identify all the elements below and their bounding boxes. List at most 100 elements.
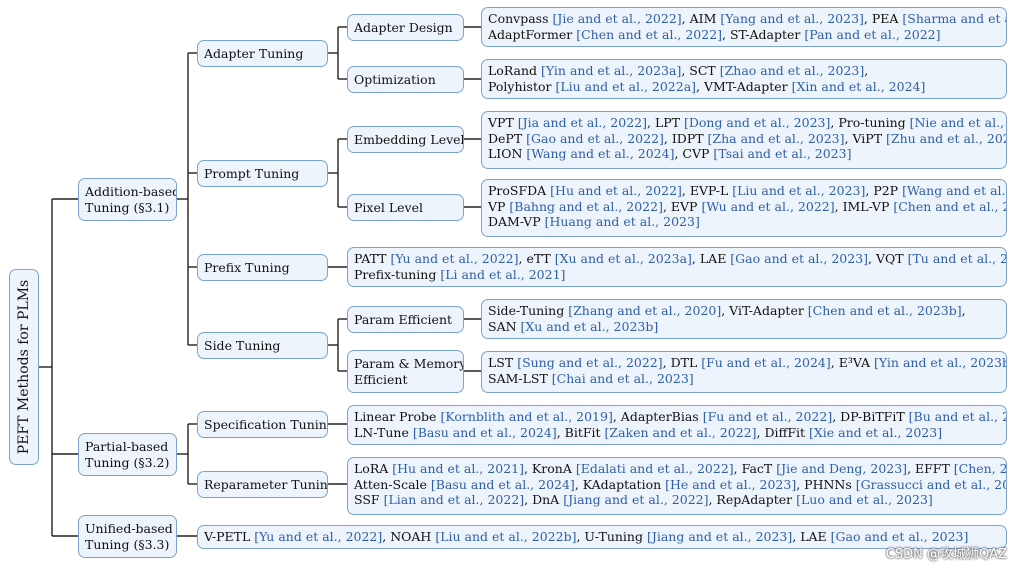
group-label: Partial-based: [85, 439, 169, 454]
category-label: Side Tuning: [204, 337, 281, 353]
subcategory-label: Pixel Level: [354, 199, 423, 215]
method-name: VP: [488, 198, 510, 214]
subcategory-param-efficient: Param Efficient: [347, 306, 464, 333]
method-name: , KronA: [523, 461, 576, 476]
leaf-param-memory-efficient-methods: LST [Sung and et al., 2022], DTL [Fu and…: [481, 351, 1007, 393]
method-name: ProSFDA: [488, 183, 551, 198]
method-name: VPT: [488, 115, 518, 130]
citation: [Li and et al., 2021]: [440, 266, 566, 282]
leaf-embedding-level-methods: VPT [Jia and et al., 2022], LPT [Dong an…: [481, 111, 1007, 169]
citation: [Pan and et al., 2022]: [804, 26, 941, 42]
method-name: V-PETL: [204, 529, 255, 544]
citation: [Xin and et al., 2024]: [791, 78, 926, 94]
group-label: Unified-based: [85, 521, 173, 536]
citation: [Jie and et al., 2022]: [552, 11, 682, 26]
citation: [Yin and et al., 2023a]: [541, 63, 682, 78]
leaf-line: V-PETL [Yu and et al., 2022], NOAH [Liu …: [204, 529, 1000, 545]
leaf-optimization-methods: LoRand [Yin and et al., 2023a], SCT [Zha…: [481, 59, 1007, 99]
group-partial-based: Partial-based Tuning (§3.2): [78, 433, 177, 476]
leaf-line: LION [Wang and et al., 2024], CVP [Tsai …: [488, 146, 1000, 162]
citation: [Zaken and et al., 2022]: [604, 424, 757, 440]
method-name: DAM-VP: [488, 214, 545, 229]
method-name: , RepAdapter: [708, 492, 797, 507]
method-name: , IML-VP: [834, 198, 894, 214]
group-label: Tuning (§3.2): [85, 454, 170, 470]
method-name: SAN: [488, 318, 521, 334]
method-name: LoRA: [354, 461, 393, 476]
method-name: LION: [488, 146, 527, 161]
category-reparameter-tuning: Reparameter Tuning: [197, 471, 328, 498]
citation: [Jiang and et al., 2023]: [646, 529, 793, 544]
method-name: , EVP: [662, 198, 702, 214]
leaf-line: Atten-Scale [Basu and et al., 2024], KAd…: [354, 476, 1006, 493]
method-name: ,: [961, 303, 966, 318]
citation: [Zha and et al., 2023]: [707, 130, 845, 146]
subcategory-param-memory-efficient: Param & Memory Efficient: [347, 350, 464, 393]
leaf-line: Side-Tuning [Zhang and et al., 2020], Vi…: [488, 303, 1000, 319]
method-name: , VQT: [868, 251, 908, 266]
method-name: , NOAH: [382, 529, 436, 544]
citation: [Yu and et al., 2022]: [390, 251, 519, 266]
citation: [Chen and et al., 2023b]: [807, 303, 962, 318]
method-name: , EVP-L: [681, 183, 733, 198]
citation: [Hu and et al., 2021]: [392, 461, 524, 476]
citation: [Nie and et al., 2023]: [909, 115, 1006, 130]
group-unified-based: Unified-based Tuning (§3.3): [78, 515, 177, 558]
citation: [Lian and et al., 2022]: [383, 492, 525, 507]
leaf-line: VPT [Jia and et al., 2022], LPT [Dong an…: [488, 115, 1006, 131]
citation: [Zhao and et al., 2023]: [719, 63, 865, 78]
citation: [Yu and et al., 2022]: [254, 529, 383, 544]
method-name: AdaptFormer: [488, 26, 577, 42]
citation: [Hu and et al., 2022]: [550, 183, 682, 198]
subcategory-label: Adapter Design: [354, 19, 453, 35]
method-name: , EFFT: [907, 461, 954, 476]
citation: [Tu and et al., 2023]: [907, 251, 1006, 266]
method-name: , IDPT: [663, 130, 708, 146]
citation: [Wang and et al., 2024]: [526, 146, 675, 161]
category-prompt-tuning: Prompt Tuning: [197, 160, 328, 187]
leaf-line: SAN [Xu and et al., 2023b]: [488, 319, 1000, 335]
subcategory-embedding-level: Embedding Level: [347, 126, 464, 153]
method-name: , AIM: [681, 11, 721, 26]
method-name: , E³VA: [830, 355, 875, 370]
leaf-line: SAM-LST [Chai and et al., 2023]: [488, 371, 1000, 387]
leaf-line: LN-Tune [Basu and et al., 2024], BitFit …: [354, 425, 1000, 441]
method-name: , PEA: [863, 11, 903, 26]
leaf-line: VP [Bahng and et al., 2022], EVP [Wu and…: [488, 198, 1006, 215]
leaf-line: ProSFDA [Hu and et al., 2022], EVP-L [Li…: [488, 183, 1006, 199]
method-name: LoRand: [488, 63, 542, 78]
method-name: , U-Tuning: [576, 529, 647, 544]
citation: [Sharma and et al., 2023]: [902, 11, 1006, 26]
citation: [Chai and et al., 2023]: [551, 370, 694, 386]
citation: [Fu and et al., 2022]: [702, 409, 833, 424]
method-name: PATT: [354, 251, 391, 266]
method-name: , LAE: [691, 251, 731, 266]
method-name: , Pro-tuning: [830, 115, 910, 130]
method-name: , FacT: [733, 461, 777, 476]
category-label: Specification Tuning: [204, 416, 328, 432]
leaf-line: Polyhistor [Liu and et al., 2022a], VMT-…: [488, 79, 1000, 95]
citation: [Chen, 2023]: [953, 461, 1007, 476]
method-name: , PHNNs: [796, 476, 856, 492]
method-name: , DTL: [662, 355, 702, 370]
watermark: CSDN @攻城狮QAZ: [885, 547, 1007, 562]
method-name: Linear Probe: [354, 409, 441, 424]
method-name: , BitFit: [556, 424, 605, 440]
citation: [Bu and et al., 2022]: [908, 409, 1006, 424]
citation: [Xie and et al., 2023]: [809, 424, 943, 440]
citation: [Dong and et al., 2023]: [683, 115, 831, 130]
method-name: , DnA: [524, 492, 564, 507]
subcategory-adapter-design: Adapter Design: [347, 14, 464, 41]
leaf-adapter-design-methods: Convpass [Jie and et al., 2022], AIM [Ya…: [481, 7, 1007, 47]
subcategory-pixel-level: Pixel Level: [347, 194, 464, 221]
method-name: , DP-BiTFiT: [832, 409, 909, 424]
method-name: Prefix-tuning: [354, 266, 441, 282]
method-name: , ViPT: [844, 130, 887, 146]
category-adapter-tuning: Adapter Tuning: [197, 40, 328, 67]
citation: [Wu and et al., 2022]: [701, 198, 835, 214]
root-node: PEFT Methods for PLMs: [9, 269, 39, 465]
citation: [He and et al., 2023]: [665, 476, 797, 492]
category-label: Prefix Tuning: [204, 259, 290, 275]
method-name: , VMT-Adapter: [696, 78, 792, 94]
citation: [Zhu and et al., 2023]: [886, 130, 1006, 146]
